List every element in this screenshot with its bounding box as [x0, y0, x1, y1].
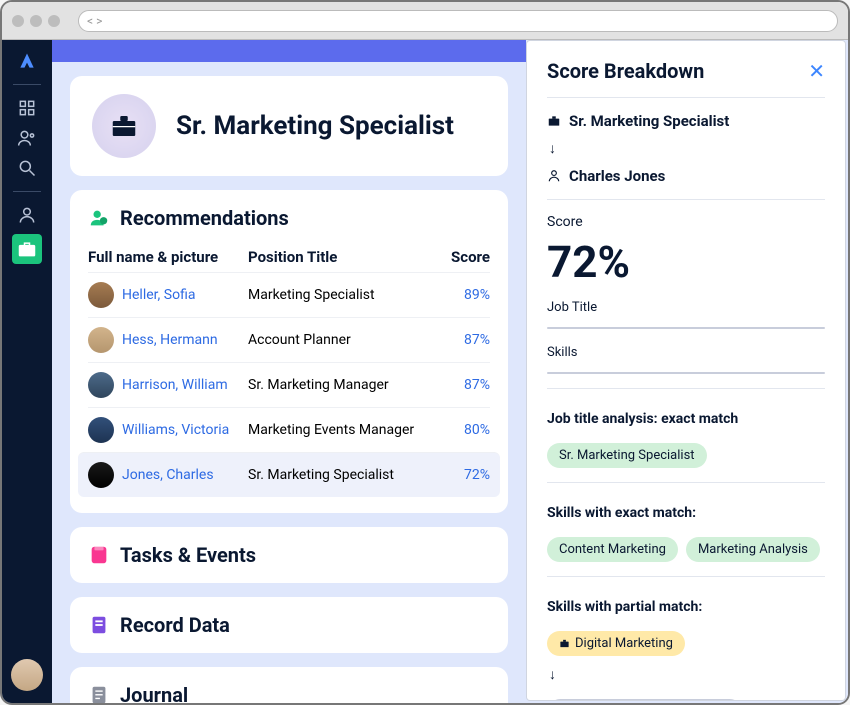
search-icon[interactable] [16, 157, 38, 179]
record-section[interactable]: Record Data [70, 597, 508, 653]
chip-skill-target: Social Media Management [547, 699, 743, 701]
col-header-name: Full name & picture [88, 248, 248, 266]
recommendations-icon [88, 207, 110, 229]
position-cell: Marketing Events Manager [248, 422, 430, 438]
journal-icon [88, 684, 110, 703]
skills-bar-label: Skills [547, 345, 825, 360]
avatar [88, 462, 114, 488]
breadcrumb-person: Charles Jones [547, 167, 825, 185]
chip-jobtitle-match: Sr. Marketing Specialist [547, 443, 707, 468]
section-title: Journal [120, 683, 188, 703]
people-icon[interactable] [16, 127, 38, 149]
table-row[interactable]: Williams, Victoria Marketing Events Mana… [88, 407, 490, 452]
window-dot [30, 15, 42, 27]
avatar [88, 372, 114, 398]
score-breakdown-panel: Score Breakdown ✕ Sr. Marketing Speciali… [526, 40, 846, 701]
browser-titlebar: < > [2, 2, 848, 40]
table-row[interactable]: Hess, Hermann Account Planner 87% [88, 317, 490, 362]
score-label: Score [547, 214, 825, 230]
briefcase-hero-icon [92, 94, 156, 158]
page-title: Sr. Marketing Specialist [176, 111, 454, 141]
person-icon [547, 169, 561, 183]
exact-skills-heading: Skills with exact match: [547, 505, 825, 521]
person-link[interactable]: Hess, Hermann [122, 332, 218, 348]
position-cell: Account Planner [248, 332, 430, 348]
url-bar[interactable]: < > [78, 10, 838, 32]
briefcase-icon [547, 114, 561, 128]
score-cell[interactable]: 72% [430, 467, 490, 483]
main-content: Sr. Marketing Specialist Recommendations… [52, 40, 526, 703]
col-header-score: Score [430, 248, 490, 266]
position-cell: Sr. Marketing Specialist [248, 467, 430, 483]
recommendations-section: Recommendations Full name & picture Posi… [70, 190, 508, 513]
user-avatar[interactable] [11, 659, 43, 691]
table-row[interactable]: Heller, Sofia Marketing Specialist 89% [88, 272, 490, 317]
close-icon[interactable]: ✕ [808, 59, 825, 83]
sidebar [2, 40, 52, 703]
person-icon[interactable] [16, 204, 38, 226]
score-cell[interactable]: 87% [430, 377, 490, 393]
tasks-section[interactable]: Tasks & Events [70, 527, 508, 583]
score-cell[interactable]: 80% [430, 422, 490, 438]
section-title: Tasks & Events [120, 543, 256, 567]
col-header-position: Position Title [248, 248, 430, 266]
table-row[interactable]: Harrison, William Sr. Marketing Manager … [88, 362, 490, 407]
dashboard-icon[interactable] [16, 97, 38, 119]
section-title: Recommendations [120, 206, 289, 230]
score-cell[interactable]: 87% [430, 332, 490, 348]
jobtitle-bar-label: Job Title [547, 300, 825, 315]
person-link[interactable]: Harrison, William [122, 377, 228, 393]
avatar [88, 282, 114, 308]
skills-bar [547, 372, 825, 374]
chip-skill-exact: Marketing Analysis [686, 537, 820, 562]
score-value: 72% [547, 240, 825, 284]
chip-skill-exact: Content Marketing [547, 537, 678, 562]
person-link[interactable]: Williams, Victoria [122, 422, 229, 438]
briefcase-icon[interactable] [12, 234, 42, 264]
record-icon [88, 614, 110, 636]
avatar [88, 327, 114, 353]
arrow-down-icon: ↓ [547, 666, 825, 683]
header-bar [52, 40, 526, 62]
position-cell: Sr. Marketing Manager [248, 377, 430, 393]
person-link[interactable]: Heller, Sofia [122, 287, 195, 303]
avatar [88, 417, 114, 443]
partial-skills-heading: Skills with partial match: [547, 599, 825, 615]
jobtitle-bar [547, 327, 825, 329]
score-cell[interactable]: 89% [430, 287, 490, 303]
tasks-icon [88, 544, 110, 566]
position-cell: Marketing Specialist [248, 287, 430, 303]
window-dot [12, 15, 24, 27]
logo-icon[interactable] [16, 50, 38, 72]
journal-section[interactable]: Journal [70, 667, 508, 703]
browser-frame: < > Sr. Marketing Specialist [0, 0, 850, 705]
analysis-heading: Job title analysis: exact match [547, 411, 825, 427]
panel-title: Score Breakdown [547, 59, 704, 83]
hero-card: Sr. Marketing Specialist [70, 76, 508, 176]
breadcrumb-job: Sr. Marketing Specialist [547, 112, 825, 130]
table-row[interactable]: Jones, Charles Sr. Marketing Specialist … [78, 452, 500, 497]
section-title: Record Data [120, 613, 230, 637]
arrow-down-icon: ↓ [547, 140, 825, 157]
chip-skill-partial: Digital Marketing [547, 631, 685, 656]
window-dot [48, 15, 60, 27]
person-link[interactable]: Jones, Charles [122, 467, 214, 483]
